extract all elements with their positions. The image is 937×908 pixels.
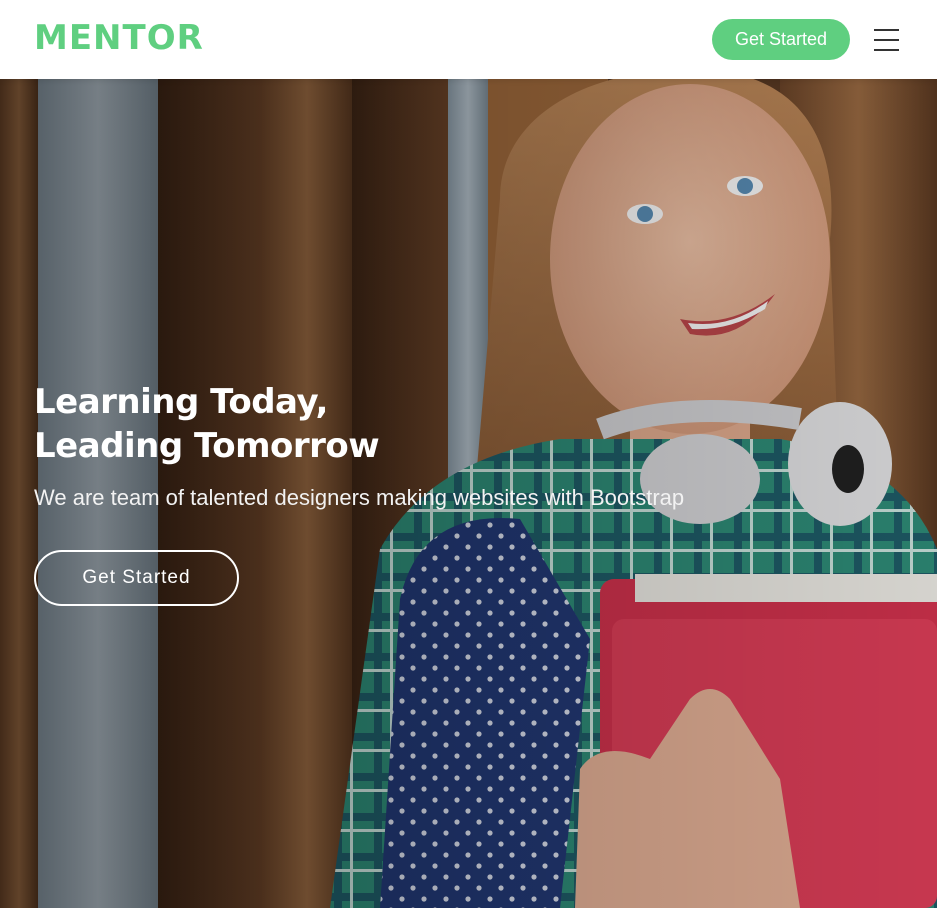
get-started-button[interactable]: Get Started <box>712 19 850 60</box>
menu-toggle[interactable] <box>868 24 904 56</box>
hero-subtitle: We are team of talented designers making… <box>34 485 685 510</box>
hero-title: Learning Today, Leading Tomorrow <box>34 380 380 468</box>
hero-get-started-button[interactable]: Get Started <box>34 550 239 606</box>
hero-title-line2: Leading Tomorrow <box>34 426 380 466</box>
logo[interactable]: MENTOR <box>34 18 204 58</box>
hero-title-line1: Learning Today, <box>34 382 328 422</box>
site-header: MENTOR Get Started <box>0 0 937 79</box>
hamburger-menu-icon <box>874 29 899 51</box>
hero-section: Learning Today, Leading Tomorrow We are … <box>0 79 937 908</box>
